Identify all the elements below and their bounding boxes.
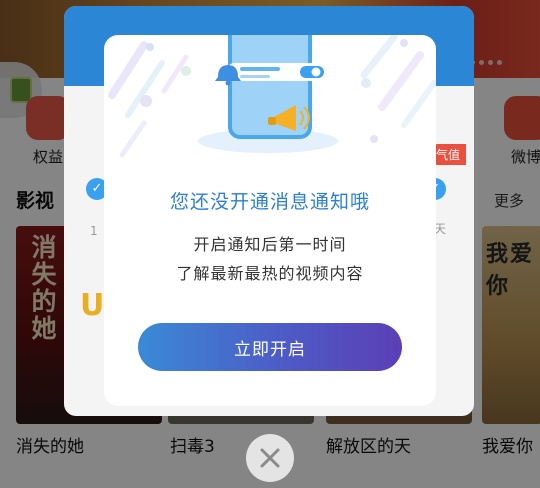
sheet-sub-text: 1 xyxy=(90,224,98,238)
close-button[interactable] xyxy=(246,434,294,482)
enable-notifications-button[interactable]: 立即开启 xyxy=(138,323,402,371)
modal-description-line: 了解最新最热的视频内容 xyxy=(176,264,364,283)
modal-description-line: 开启通知后第一时间 xyxy=(193,235,347,254)
phone-illustration xyxy=(108,35,436,158)
notification-modal: 您还没开通消息通知哦 开启通知后第一时间 了解最新最热的视频内容 立即开启 xyxy=(104,35,436,406)
modal-title: 您还没开通消息通知哦 xyxy=(169,191,370,213)
close-icon xyxy=(260,448,280,468)
yellow-logo-icon: U xyxy=(80,288,105,323)
